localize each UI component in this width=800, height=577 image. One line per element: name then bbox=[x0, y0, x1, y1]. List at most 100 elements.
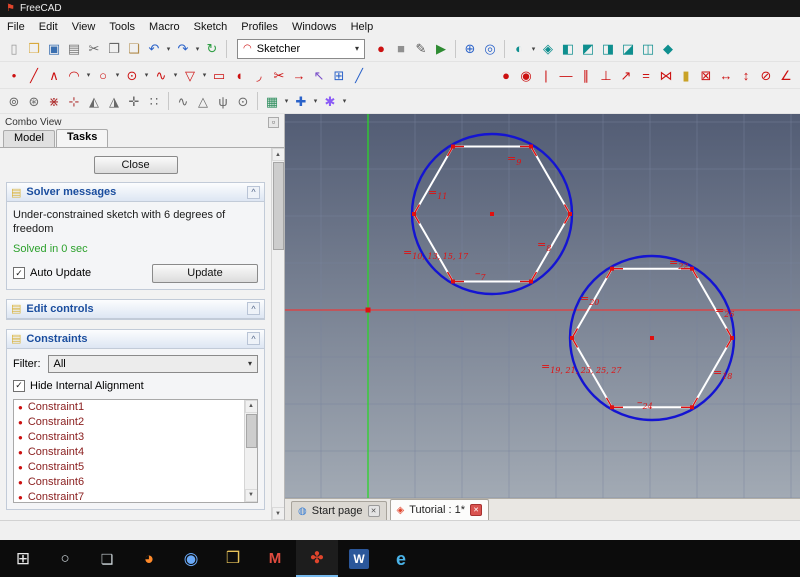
auto-update-checkbox[interactable]: ✓ bbox=[13, 267, 25, 279]
draw-style-icon[interactable]: ◐ bbox=[509, 39, 529, 59]
taskbar-search-button[interactable]: ○ bbox=[44, 540, 86, 577]
toggle-construction-icon[interactable]: ╱ bbox=[349, 65, 369, 85]
constrain-block-icon[interactable]: ⊠ bbox=[696, 65, 716, 85]
rectangular-array-icon[interactable]: ∷ bbox=[144, 91, 164, 111]
cut-icon[interactable]: ✂ bbox=[84, 39, 104, 59]
close-tab-icon[interactable]: ✕ bbox=[470, 504, 482, 516]
constraint-list-item[interactable]: ●Constraint5 bbox=[14, 460, 244, 475]
create-bspline-icon[interactable]: ∿ bbox=[151, 65, 171, 85]
taskbar-start-button[interactable]: ⊞ bbox=[2, 540, 44, 577]
toggle-grid-dropdown-arrow[interactable]: ▾ bbox=[282, 97, 291, 105]
constrain-point-on-object-icon[interactable]: ◉ bbox=[516, 65, 536, 85]
hide-internal-alignment-checkbox[interactable]: ✓ bbox=[13, 380, 25, 392]
constrain-horizontal-icon[interactable]: ― bbox=[556, 65, 576, 85]
macro-play-icon[interactable]: ▶ bbox=[431, 39, 451, 59]
macro-record-icon[interactable]: ● bbox=[371, 39, 391, 59]
bspline-knot-icon[interactable]: ⊙ bbox=[233, 91, 253, 111]
refresh-icon[interactable]: ↻ bbox=[202, 39, 222, 59]
create-polygon-dropdown-arrow[interactable]: ▾ bbox=[200, 71, 209, 79]
undo-dropdown-arrow[interactable]: ▾ bbox=[164, 45, 173, 53]
create-arc-icon[interactable]: ◠ bbox=[64, 65, 84, 85]
macro-edit-icon[interactable]: ✎ bbox=[411, 39, 431, 59]
render-order-dropdown-arrow[interactable]: ▾ bbox=[340, 97, 349, 105]
close-button[interactable]: Close bbox=[94, 156, 178, 174]
move-geometry-icon[interactable]: ✛ bbox=[124, 91, 144, 111]
fit-all-icon[interactable]: ◎ bbox=[480, 39, 500, 59]
collapse-chevron-icon[interactable]: ^ bbox=[247, 302, 260, 315]
constraints-header[interactable]: ▤ Constraints ^ bbox=[7, 330, 264, 349]
print-icon[interactable]: ▤ bbox=[64, 39, 84, 59]
constraint-list-item[interactable]: ●Constraint2 bbox=[14, 415, 244, 430]
constrain-distance-y-icon[interactable]: ↕ bbox=[736, 65, 756, 85]
external-geometry-icon[interactable]: ↖ bbox=[309, 65, 329, 85]
constraint-filter-select[interactable]: All ▾ bbox=[48, 355, 259, 373]
select-redundant-constraints-icon[interactable]: ⋇ bbox=[44, 91, 64, 111]
menu-file[interactable]: File bbox=[0, 19, 32, 35]
new-file-icon[interactable]: ▯ bbox=[4, 39, 24, 59]
taskbar-word-app[interactable]: W bbox=[338, 540, 380, 577]
open-file-icon[interactable]: ❒ bbox=[24, 39, 44, 59]
clone-geometry-icon[interactable]: ◮ bbox=[104, 91, 124, 111]
left-view-icon[interactable]: ◆ bbox=[658, 39, 678, 59]
menu-tools[interactable]: Tools bbox=[102, 19, 142, 35]
collapse-chevron-icon[interactable]: ^ bbox=[247, 332, 260, 345]
toggle-grid-icon[interactable]: ▦ bbox=[262, 91, 282, 111]
create-circle-dropdown-arrow[interactable]: ▾ bbox=[113, 71, 122, 79]
scrollbar-thumb[interactable] bbox=[273, 162, 284, 250]
scroll-up-icon[interactable]: ▲ bbox=[272, 148, 285, 161]
scroll-up-icon[interactable]: ▲ bbox=[245, 400, 258, 413]
taskbar-task-view-button[interactable]: ❏ bbox=[86, 540, 128, 577]
panel-scrollbar[interactable]: ▲ ▼ bbox=[271, 148, 284, 520]
taskbar-gmail-app[interactable]: M bbox=[254, 540, 296, 577]
menu-help[interactable]: Help bbox=[344, 19, 381, 35]
bspline-degree-icon[interactable]: ∿ bbox=[173, 91, 193, 111]
taskbar-freecad-app[interactable]: ✤ bbox=[296, 540, 338, 577]
menu-edit[interactable]: Edit bbox=[32, 19, 65, 35]
close-tab-icon[interactable]: ✕ bbox=[368, 505, 380, 517]
bspline-comb-icon[interactable]: ψ bbox=[213, 91, 233, 111]
constrain-equal-icon[interactable]: = bbox=[636, 65, 656, 85]
menu-macro[interactable]: Macro bbox=[142, 19, 187, 35]
redo-icon[interactable]: ↷ bbox=[173, 39, 193, 59]
trim-edge-icon[interactable]: ✂ bbox=[269, 65, 289, 85]
front-view-icon[interactable]: ◧ bbox=[558, 39, 578, 59]
create-conic-dropdown-arrow[interactable]: ▾ bbox=[142, 71, 151, 79]
scroll-down-icon[interactable]: ▼ bbox=[245, 489, 258, 502]
taskbar-file-explorer-app[interactable]: ❒ bbox=[212, 540, 254, 577]
select-constraints-icon[interactable]: ⊛ bbox=[24, 91, 44, 111]
constrain-angle-icon[interactable]: ∠ bbox=[776, 65, 796, 85]
create-polygon-icon[interactable]: ▽ bbox=[180, 65, 200, 85]
constrain-parallel-icon[interactable]: ∥ bbox=[576, 65, 596, 85]
constraint-list-item[interactable]: ●Constraint6 bbox=[14, 475, 244, 490]
undo-icon[interactable]: ↶ bbox=[144, 39, 164, 59]
create-fillet-icon[interactable]: ◞ bbox=[249, 65, 269, 85]
menu-windows[interactable]: Windows bbox=[285, 19, 344, 35]
menu-sketch[interactable]: Sketch bbox=[187, 19, 235, 35]
extend-edge-icon[interactable]: → bbox=[289, 65, 309, 85]
constrain-radius-icon[interactable]: ⊘ bbox=[756, 65, 776, 85]
workbench-selector[interactable]: ◠ Sketcher ▾ bbox=[237, 39, 365, 59]
create-point-icon[interactable]: • bbox=[4, 65, 24, 85]
constrain-perpendicular-icon[interactable]: ⊥ bbox=[596, 65, 616, 85]
select-conflicting-constraints-icon[interactable]: ⊹ bbox=[64, 91, 84, 111]
taskbar-edge-app[interactable]: e bbox=[380, 540, 422, 577]
constraint-list-item[interactable]: ●Constraint3 bbox=[14, 430, 244, 445]
constrain-vertical-icon[interactable]: | bbox=[536, 65, 556, 85]
toggle-snap-icon[interactable]: ✚ bbox=[291, 91, 311, 111]
panel-float-icon[interactable]: ▫ bbox=[268, 117, 279, 128]
menu-profiles[interactable]: Profiles bbox=[234, 19, 285, 35]
update-button[interactable]: Update bbox=[152, 264, 258, 283]
constraint-list-scrollbar[interactable]: ▲ ▼ bbox=[244, 400, 257, 502]
copy-icon[interactable]: ❐ bbox=[104, 39, 124, 59]
create-polyline-icon[interactable]: ∧ bbox=[44, 65, 64, 85]
toggle-snap-dropdown-arrow[interactable]: ▾ bbox=[311, 97, 320, 105]
rear-view-icon[interactable]: ◪ bbox=[618, 39, 638, 59]
create-conic-icon[interactable]: ⊙ bbox=[122, 65, 142, 85]
bottom-view-icon[interactable]: ◫ bbox=[638, 39, 658, 59]
render-order-icon[interactable]: ✱ bbox=[320, 91, 340, 111]
scroll-down-icon[interactable]: ▼ bbox=[272, 507, 285, 520]
paste-icon[interactable]: ❑ bbox=[124, 39, 144, 59]
origin-point[interactable] bbox=[366, 308, 371, 313]
edit-controls-header[interactable]: ▤ Edit controls ^ bbox=[7, 300, 264, 319]
redo-dropdown-arrow[interactable]: ▾ bbox=[193, 45, 202, 53]
